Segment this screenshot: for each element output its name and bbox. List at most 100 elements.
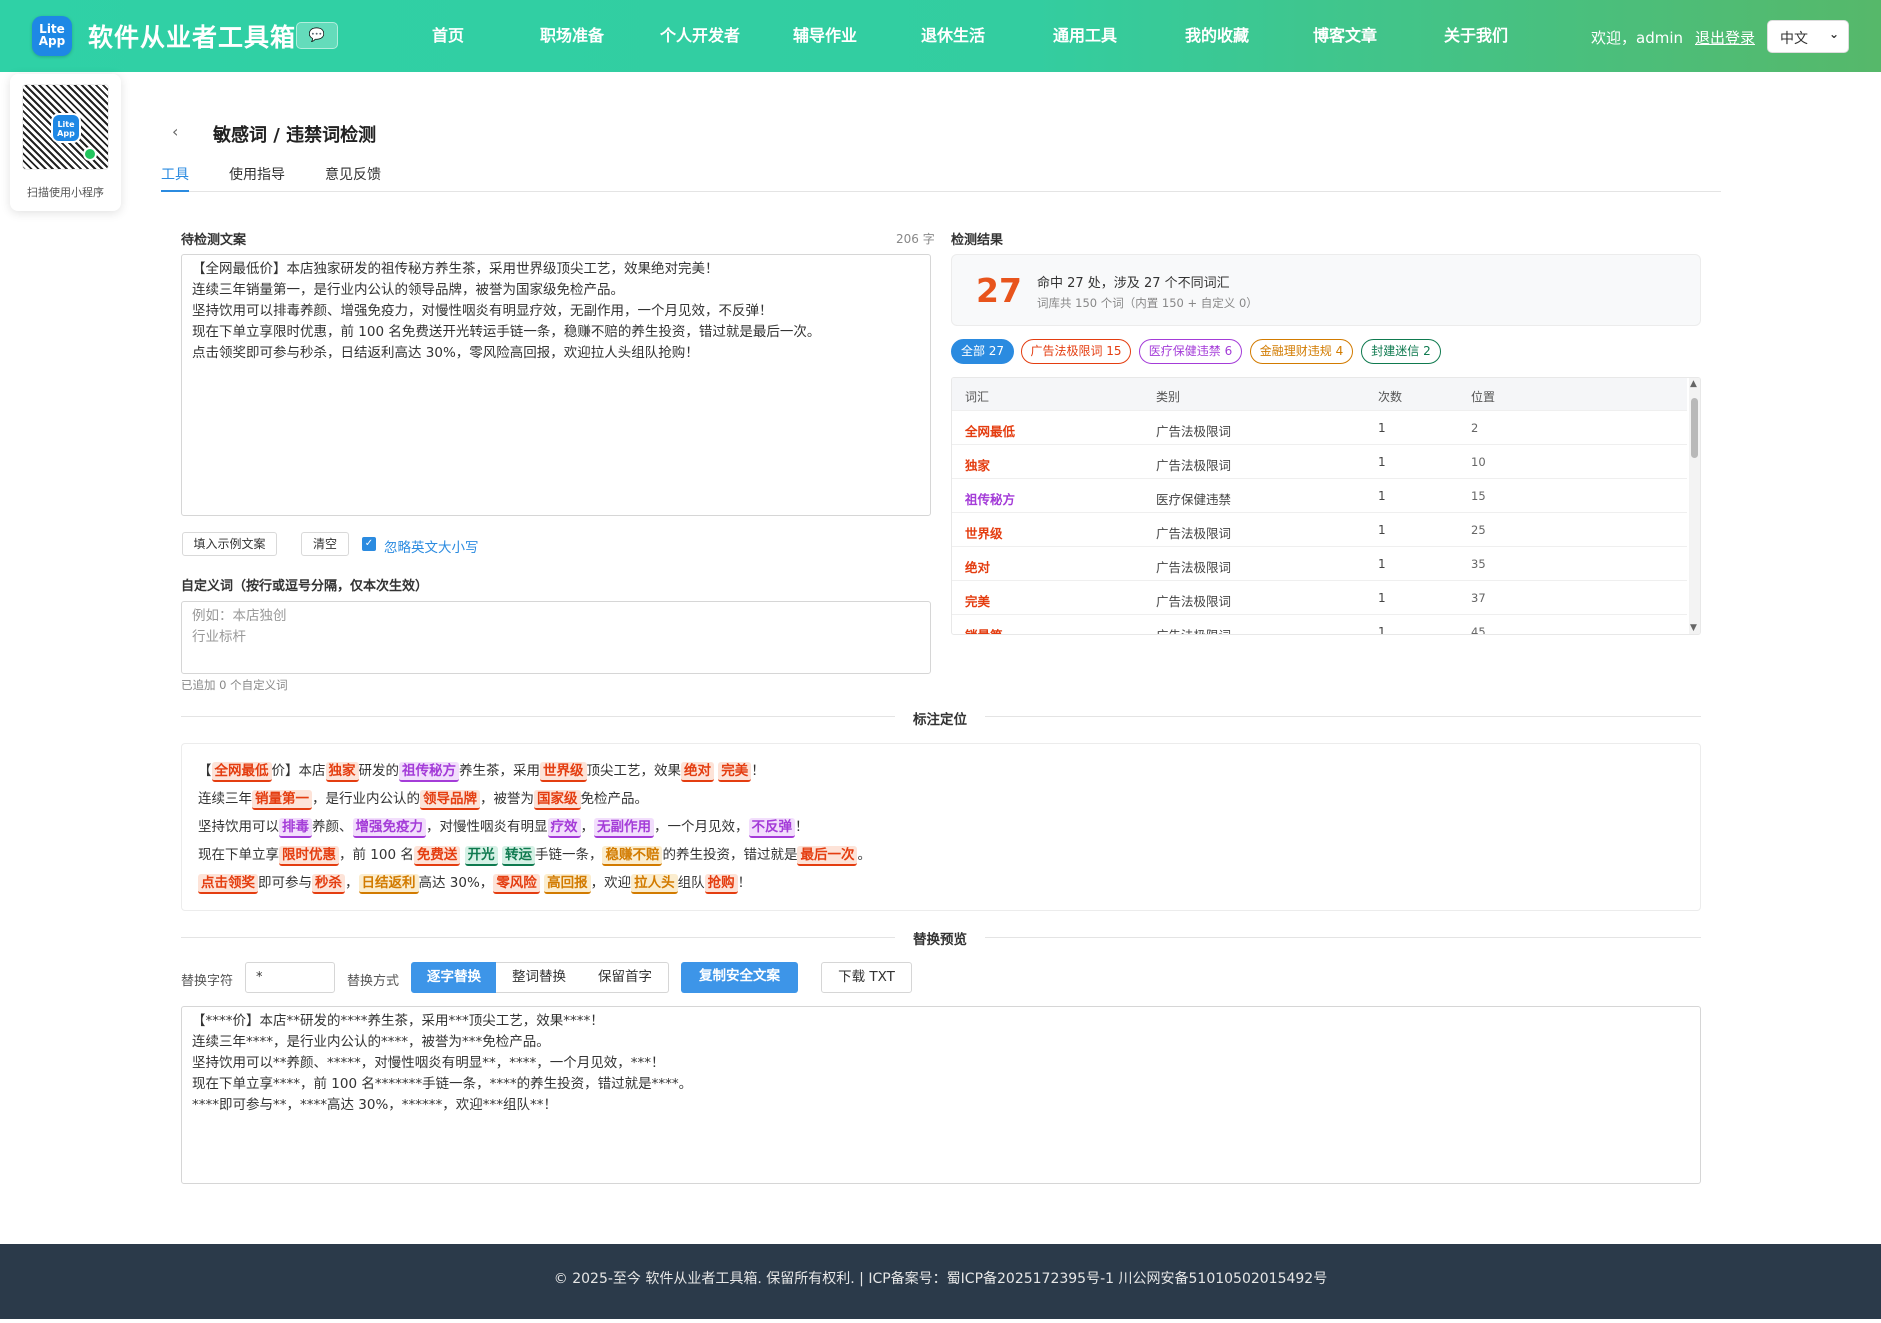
table-row[interactable]: 销量第一 广告法极限词 1 45 xyxy=(952,614,1687,635)
highlighted-term[interactable]: 绝对 xyxy=(681,762,714,782)
replace-output-area[interactable]: 【****价】本店**研发的****养生茶，采用***顶尖工艺，效果****！ … xyxy=(181,1006,1701,1184)
highlighted-term[interactable]: 完美 xyxy=(718,762,752,782)
filter-ad-law[interactable]: 广告法极限词 15 xyxy=(1021,339,1131,364)
annotation-text: 养颜、 xyxy=(312,819,353,835)
annotation-text: 高达 30%， xyxy=(418,875,494,891)
logout-link[interactable]: 退出登录 xyxy=(1695,27,1755,48)
highlighted-term[interactable]: 转运 xyxy=(501,846,535,866)
highlighted-term[interactable]: 国家级 xyxy=(534,790,581,810)
app-logo[interactable]: Lite App xyxy=(32,16,72,56)
highlighted-term[interactable]: 开光 xyxy=(464,846,498,866)
highlighted-term[interactable]: 免费送 xyxy=(413,846,461,866)
nav-item-retirement[interactable]: 退休生活 xyxy=(885,0,1021,72)
clear-button[interactable]: 清空 xyxy=(301,532,349,556)
position-cell: 45 xyxy=(1471,625,1486,635)
language-select[interactable]: 中文 ⌄ xyxy=(1767,20,1849,53)
highlighted-term[interactable]: 世界级 xyxy=(540,762,587,782)
nav-item-career[interactable]: 职场准备 xyxy=(505,0,639,72)
category-cell: 广告法极限词 xyxy=(1156,526,1232,541)
mode-per-char[interactable]: 逐字替换 xyxy=(411,962,497,993)
word-cell: 绝对 xyxy=(965,560,991,575)
highlighted-term[interactable]: 增强免疫力 xyxy=(352,818,426,838)
text-input-area[interactable]: 【全网最低价】本店独家研发的祖传秘方养生茶，采用世界级顶尖工艺，效果绝对完美！ … xyxy=(181,254,931,516)
download-txt-button[interactable]: 下载 TXT xyxy=(821,962,912,993)
highlighted-term[interactable]: 全网最低 xyxy=(211,762,272,782)
table-row[interactable]: 祖传秘方 医疗保健违禁 1 15 xyxy=(952,478,1687,512)
brand-title[interactable]: 软件从业者工具箱 xyxy=(88,18,296,54)
scroll-down-icon[interactable]: ▼ xyxy=(1690,623,1697,633)
table-row[interactable]: 绝对 广告法极限词 1 35 xyxy=(952,546,1687,580)
highlighted-term[interactable]: 高回报 xyxy=(544,874,591,894)
main-nav: 首页 职场准备 个人开发者 辅导作业 退休生活 通用工具 我的收藏 博客文章 关… xyxy=(400,0,1543,72)
filter-medical[interactable]: 医疗保健违禁 6 xyxy=(1139,339,1242,364)
count-cell: 1 xyxy=(1378,625,1386,635)
highlighted-term[interactable]: 零风险 xyxy=(493,874,540,894)
highlighted-term[interactable]: 排毒 xyxy=(279,818,312,838)
filter-all[interactable]: 全部 27 xyxy=(951,339,1014,364)
filter-superstition[interactable]: 封建迷信 2 xyxy=(1361,339,1441,364)
highlighted-term[interactable]: 疗效 xyxy=(547,818,581,838)
fill-example-button[interactable]: 填入示例文案 xyxy=(182,532,277,556)
table-row[interactable]: 完美 广告法极限词 1 37 xyxy=(952,580,1687,614)
nav-item-developer[interactable]: 个人开发者 xyxy=(633,0,767,72)
highlighted-term[interactable]: 销量第一 xyxy=(252,790,312,810)
nav-item-homework[interactable]: 辅导作业 xyxy=(767,0,883,72)
highlighted-term[interactable]: 领导品牌 xyxy=(420,790,480,810)
annotation-line: 坚持饮用可以 排毒 养颜、 增强免疫力 ，对慢性咽炎有明显 疗效，无副作用 ，一个月见效，不… xyxy=(198,813,809,841)
result-table: 词汇 类别 次数 位置 全网最低 广告法极限词 1 2 独家 广告法极限词 1 10 祖传秘方医… xyxy=(951,377,1701,635)
highlighted-term[interactable]: 抢购 xyxy=(704,874,738,894)
highlighted-term[interactable]: 稳赚不赔 xyxy=(602,846,663,866)
table-scrollbar[interactable]: ▲ ▼ xyxy=(1689,378,1700,634)
table-row[interactable]: 全网最低 广告法极限词 1 2 xyxy=(952,410,1687,444)
highlighted-term[interactable]: 秒杀 xyxy=(312,874,345,894)
nav-item-blog[interactable]: 博客文章 xyxy=(1285,0,1405,72)
nav-item-tools[interactable]: 通用工具 xyxy=(1025,0,1145,72)
mode-keep-first[interactable]: 保留首字 xyxy=(582,962,669,993)
nav-item-favorites[interactable]: 我的收藏 xyxy=(1149,0,1285,72)
replace-char-label: 替换字符 xyxy=(181,974,234,989)
annotation-text: ，欢迎 xyxy=(590,875,632,891)
annotation-text: ，前 100 名 xyxy=(339,847,414,863)
annotation-text: 价】本店 xyxy=(271,763,326,779)
tab-guide[interactable]: 使用指导 xyxy=(229,164,285,192)
position-cell: 25 xyxy=(1471,523,1486,537)
scroll-thumb[interactable] xyxy=(1691,398,1698,458)
nav-item-about[interactable]: 关于我们 xyxy=(1409,0,1543,72)
back-chevron-icon[interactable]: ‹ xyxy=(172,122,178,141)
annotation-line: 【全网最低 价】本店 独家 研发的 祖传秘方 养生茶，采用 世界级 顶尖工艺，效果 绝对 完美！ xyxy=(198,757,765,785)
copy-safe-text-button[interactable]: 复制安全文案 xyxy=(681,962,798,993)
highlighted-term[interactable]: 日结返利 xyxy=(358,874,419,894)
highlighted-term[interactable]: 拉人头 xyxy=(631,874,678,894)
word-cell: 全网最低 xyxy=(965,424,1016,439)
highlighted-term[interactable]: 独家 xyxy=(325,762,359,782)
ignore-case-checkbox[interactable]: ✓ xyxy=(362,537,376,551)
miniprogram-qr-card: Lite App 扫描使用小程序 xyxy=(10,74,121,211)
tab-bar: 工具 使用指导 意见反馈 xyxy=(161,164,1721,192)
highlighted-term[interactable]: 点击领奖 xyxy=(198,874,258,894)
nav-item-home[interactable]: 首页 xyxy=(403,0,493,72)
highlighted-term[interactable]: 无副作用 xyxy=(594,818,654,838)
annotation-text: 组队 xyxy=(677,875,705,891)
welcome-text: 欢迎，admin xyxy=(1591,29,1683,47)
highlighted-term[interactable]: 不反弹 xyxy=(748,818,795,838)
replace-char-input[interactable]: * xyxy=(245,962,335,993)
tab-feedback[interactable]: 意见反馈 xyxy=(325,164,381,192)
custom-words-input[interactable]: 例如：本店独创 行业标杆 xyxy=(181,601,931,674)
ignore-case-label[interactable]: 忽略英文大小写 xyxy=(384,536,479,556)
chat-icon[interactable]: 💬 xyxy=(296,22,338,49)
highlighted-term[interactable]: 祖传秘方 xyxy=(399,762,459,782)
tab-tool[interactable]: 工具 xyxy=(161,164,189,192)
filter-finance[interactable]: 金融理财违规 4 xyxy=(1250,339,1353,364)
position-cell: 35 xyxy=(1471,557,1486,571)
annotation-text: 。 xyxy=(857,847,871,863)
mode-whole-word[interactable]: 整词替换 xyxy=(496,962,583,993)
annotation-text: ， xyxy=(345,875,359,891)
scroll-up-icon[interactable]: ▲ xyxy=(1690,379,1697,389)
position-cell: 37 xyxy=(1471,591,1486,605)
annotation-panel: 【全网最低 价】本店 独家 研发的 祖传秘方 养生茶，采用 世界级 顶尖工艺，效果 绝对 完美！… xyxy=(181,743,1701,911)
language-value: 中文 xyxy=(1780,31,1808,47)
highlighted-term[interactable]: 最后一次 xyxy=(797,846,858,866)
highlighted-term[interactable]: 限时优惠 xyxy=(279,846,339,866)
table-row[interactable]: 世界级 广告法极限词 1 25 xyxy=(952,512,1687,546)
table-row[interactable]: 独家 广告法极限词 1 10 xyxy=(952,444,1687,478)
